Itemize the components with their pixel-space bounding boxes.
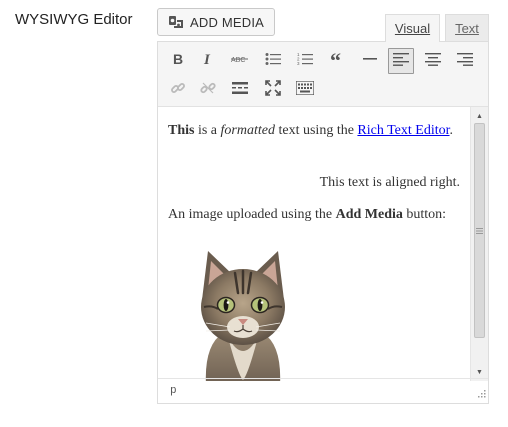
toolbar-toggle-button[interactable] [292,77,318,103]
field-label: WYSIWYG Editor [15,11,133,28]
align-center-button[interactable] [420,48,446,74]
editor-statusbar: p [158,378,488,403]
paragraph-formatted: This is a formatted text using the Rich … [168,121,458,140]
align-left-button[interactable] [388,48,414,74]
bulleted-list-button[interactable] [260,48,286,74]
resize-handle-icon[interactable] [476,388,486,401]
italic-text: formatted [220,123,275,138]
text-span: . [449,123,454,138]
text-span: text using the [274,123,358,138]
element-path[interactable]: p [170,385,177,397]
paragraph-image-caption: An image uploaded using the Add Media bu… [168,205,468,224]
align-center-icon [425,52,441,71]
align-right-button[interactable] [452,48,478,74]
cat-image[interactable] [188,245,298,381]
bold-icon: B [171,51,185,71]
numbered-list-button[interactable]: 123 [292,48,318,74]
horizontal-line-button[interactable] [357,48,383,74]
svg-text:I: I [203,52,211,66]
rich-text-editor-link[interactable]: Rich Text Editor [357,123,449,138]
svg-text:ABC: ABC [231,57,245,64]
read-more-button[interactable] [227,77,253,103]
quote-icon: “ [330,48,346,73]
text-span: is a [194,123,221,138]
bold-text: Add Media [335,207,403,222]
italic-button[interactable]: I [195,48,221,74]
bold-button[interactable]: B [165,48,191,74]
link-icon [170,80,186,101]
remove-link-button[interactable] [195,77,221,103]
text-span: An image uploaded using the [168,207,336,222]
read-more-icon [232,81,248,100]
text-span: button: [402,207,447,222]
scroll-up-arrow[interactable]: ▲ [471,109,488,123]
fullscreen-button[interactable] [260,77,286,103]
bold-text: This [168,123,195,138]
strikethrough-icon: ABC [231,52,249,71]
numbered-list-icon: 123 [297,52,313,71]
strikethrough-button[interactable]: ABC [227,48,253,74]
blockquote-button[interactable]: “ [325,48,351,74]
svg-text:“: “ [330,52,341,66]
editor-toolbar: B I ABC 123 “ [158,42,488,107]
tab-text[interactable]: Text [445,14,489,41]
editor-content[interactable]: This is a formatted text using the Rich … [158,107,470,381]
svg-text:3: 3 [297,61,300,66]
horizontal-line-icon [363,52,377,71]
scroll-down-arrow[interactable]: ▼ [471,365,488,379]
italic-icon: I [201,52,215,71]
align-left-icon [393,52,409,71]
tab-visual[interactable]: Visual [385,14,440,42]
add-media-icon [168,14,184,30]
unlink-icon [200,80,216,101]
bulleted-list-icon [265,52,281,71]
add-media-button[interactable]: ADD MEDIA [157,8,275,36]
align-right-icon [457,52,473,71]
keyboard-icon [295,79,315,100]
fullscreen-icon [265,79,281,101]
editor: B I ABC 123 “ This is a formatted text u… [157,41,489,404]
add-media-label: ADD MEDIA [189,14,265,30]
insert-link-button[interactable] [165,77,191,103]
editor-scrollbar[interactable]: ▲ ▼ [470,107,488,381]
paragraph-right-aligned: This text is aligned right. [319,175,460,190]
scroll-thumb[interactable] [474,123,485,338]
svg-text:B: B [173,52,183,66]
